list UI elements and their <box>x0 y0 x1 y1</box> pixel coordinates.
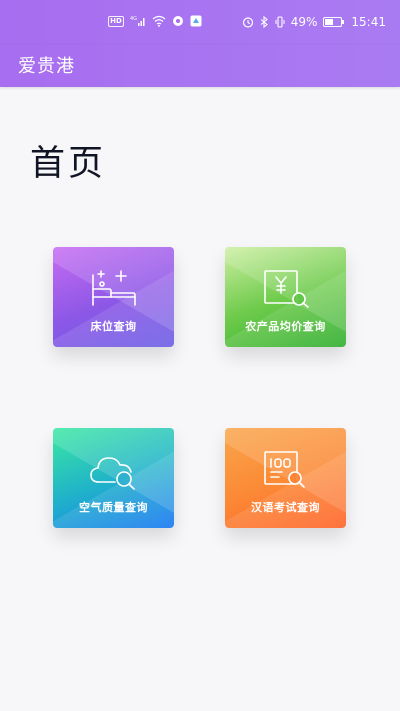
agri-price-query-label: 农产品均价查询 <box>245 320 326 333</box>
4g-signal-icon: 4G <box>130 15 146 27</box>
status-right-icons: 49% 15:41 <box>242 15 386 29</box>
status-bar: HD 4G 49% 15:41 <box>0 0 400 45</box>
status-time: 15:41 <box>351 15 386 29</box>
bed-query-tile[interactable]: 床位查询 <box>53 247 174 347</box>
battery-icon <box>323 16 345 28</box>
price-search-icon <box>261 267 311 309</box>
hsk-exam-query-tile[interactable]: 汉语考试查询 <box>225 428 346 528</box>
bed-query-label: 床位查询 <box>90 320 137 333</box>
cloud-search-icon <box>89 448 139 490</box>
status-left-icons: HD 4G <box>108 15 202 27</box>
notification-icon <box>190 15 202 27</box>
air-quality-query-tile[interactable]: 空气质量查询 <box>53 428 174 528</box>
svg-text:4G: 4G <box>130 16 137 22</box>
wifi-icon <box>152 15 166 27</box>
bluetooth-icon <box>260 16 269 28</box>
battery-percent: 49% <box>290 15 318 29</box>
location-icon <box>172 15 184 27</box>
page-title: 首页 <box>30 144 107 184</box>
air-quality-query-label: 空气质量查询 <box>79 501 148 514</box>
vibrate-icon <box>275 16 285 28</box>
bed-icon <box>89 267 139 309</box>
exam-search-icon <box>261 448 311 490</box>
alarm-icon <box>242 16 254 28</box>
app-bar: 爱贵港 <box>0 45 400 87</box>
hsk-exam-query-label: 汉语考试查询 <box>251 501 320 514</box>
app-title: 爱贵港 <box>18 56 75 77</box>
hd-icon: HD <box>108 15 124 27</box>
agri-price-query-tile[interactable]: 农产品均价查询 <box>225 247 346 347</box>
